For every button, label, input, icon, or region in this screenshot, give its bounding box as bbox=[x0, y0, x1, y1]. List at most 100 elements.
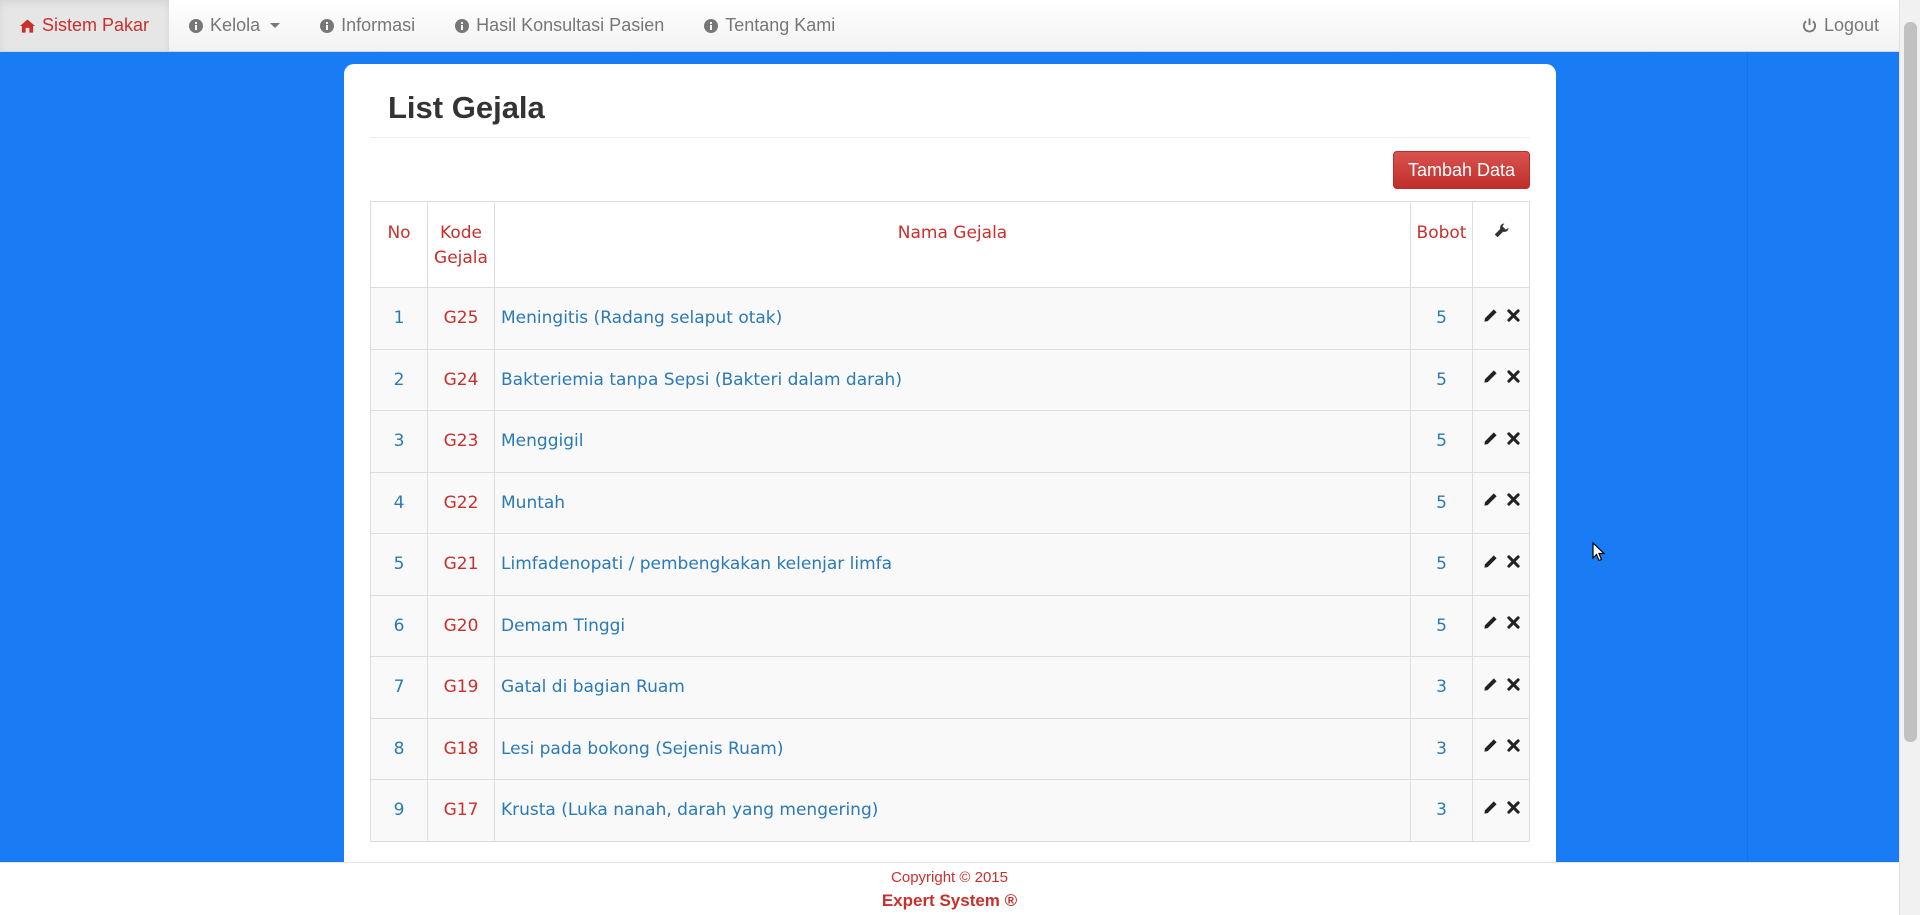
nav-brand-sistem-pakar[interactable]: Sistem Pakar bbox=[0, 0, 170, 51]
wrench-icon bbox=[1494, 223, 1509, 238]
cell-no: 8 bbox=[370, 717, 428, 780]
cell-name: Demam Tinggi bbox=[494, 594, 1411, 657]
delete-x-icon[interactable] bbox=[1506, 555, 1520, 568]
cell-no: 3 bbox=[370, 410, 428, 473]
logout-label: Logout bbox=[1823, 15, 1879, 35]
mouse-pointer-icon bbox=[1592, 542, 1606, 562]
delete-x-icon[interactable] bbox=[1506, 309, 1520, 322]
table-body: 1 G25 Meningitis (Radang selaput otak) 5 2 G2… bbox=[370, 287, 1530, 842]
cell-code: G18 bbox=[427, 717, 495, 780]
cell-actions bbox=[1472, 287, 1530, 350]
logout-button[interactable]: Logout bbox=[1782, 0, 1899, 51]
nav-item-label: Kelola bbox=[210, 15, 261, 35]
cell-actions bbox=[1472, 656, 1530, 719]
table-row: 9 G17 Krusta (Luka nanah, darah yang menge… bbox=[370, 779, 1530, 842]
nav-item-label: Tentang Kami bbox=[725, 15, 836, 35]
cell-weight: 3 bbox=[1410, 779, 1473, 842]
info-sign-icon bbox=[455, 18, 470, 33]
table-row: 7 G19 Gatal di bagian Ruam 3 bbox=[370, 656, 1530, 719]
edit-pencil-icon[interactable] bbox=[1483, 554, 1498, 569]
info-sign-icon bbox=[320, 18, 335, 33]
cell-no: 9 bbox=[370, 779, 428, 842]
table-row: 4 G22 Muntah 5 bbox=[370, 471, 1530, 534]
cell-no: 1 bbox=[370, 287, 428, 350]
cell-actions bbox=[1472, 410, 1530, 473]
cell-weight: 3 bbox=[1410, 656, 1473, 719]
page-title: List Gejala bbox=[388, 90, 545, 125]
cell-name: Bakteriemia tanpa Sepsi (Bakteri dalam d… bbox=[494, 348, 1411, 411]
cell-actions bbox=[1472, 779, 1530, 842]
home-icon bbox=[20, 18, 35, 33]
top-navbar: Sistem Pakar Kelola Informasi Hasil Kons… bbox=[0, 0, 1899, 52]
edit-pencil-icon[interactable] bbox=[1483, 800, 1498, 815]
edit-pencil-icon[interactable] bbox=[1483, 738, 1498, 753]
footer-copyright: Copyright © 2015 bbox=[891, 869, 1008, 886]
cell-code: G22 bbox=[427, 471, 495, 534]
edit-pencil-icon[interactable] bbox=[1483, 308, 1498, 323]
cell-name: Lesi pada bokong (Sejenis Ruam) bbox=[494, 717, 1411, 780]
edit-pencil-icon[interactable] bbox=[1483, 677, 1498, 692]
table-row: 8 G18 Lesi pada bokong (Sejenis Ruam) 3 bbox=[370, 717, 1530, 780]
delete-x-icon[interactable] bbox=[1506, 616, 1520, 629]
table-row: 5 G21 Limfadenopati / pembengkakan kelenja… bbox=[370, 533, 1530, 596]
table-row: 6 G20 Demam Tinggi 5 bbox=[370, 594, 1530, 657]
cell-no: 6 bbox=[370, 594, 428, 657]
cell-weight: 3 bbox=[1410, 717, 1473, 780]
cell-weight: 5 bbox=[1410, 471, 1473, 534]
nav-item-label: Informasi bbox=[341, 15, 416, 35]
background-divider bbox=[1747, 52, 1748, 862]
cell-code: G17 bbox=[427, 779, 495, 842]
delete-x-icon[interactable] bbox=[1506, 801, 1520, 814]
cell-name: Meningitis (Radang selaput otak) bbox=[494, 287, 1411, 350]
edit-pencil-icon[interactable] bbox=[1483, 492, 1498, 507]
symptom-table: No Kode Gejala Nama Gejala Bobot 1 G25 Men… bbox=[370, 201, 1530, 842]
cell-code: G25 bbox=[427, 287, 495, 350]
header-weight: Bobot bbox=[1410, 201, 1473, 288]
cell-actions bbox=[1472, 348, 1530, 411]
nav-brand-label: Sistem Pakar bbox=[42, 15, 150, 35]
header-code-line2: Gejala bbox=[434, 248, 488, 268]
cell-no: 7 bbox=[370, 656, 428, 719]
edit-pencil-icon[interactable] bbox=[1483, 369, 1498, 384]
edit-pencil-icon[interactable] bbox=[1483, 615, 1498, 630]
power-icon bbox=[1802, 18, 1816, 33]
nav-item-kelola[interactable]: Kelola bbox=[169, 0, 300, 51]
cell-actions bbox=[1472, 471, 1530, 534]
cell-weight: 5 bbox=[1410, 287, 1473, 350]
scrollbar-thumb[interactable] bbox=[1904, 22, 1917, 742]
edit-pencil-icon[interactable] bbox=[1483, 431, 1498, 446]
main-panel: List Gejala Tambah Data No Kode Gejala N… bbox=[344, 64, 1556, 874]
header-actions bbox=[1472, 201, 1530, 288]
header-name: Nama Gejala bbox=[494, 201, 1411, 288]
cell-name: Krusta (Luka nanah, darah yang mengering… bbox=[494, 779, 1411, 842]
delete-x-icon[interactable] bbox=[1506, 370, 1520, 383]
cell-weight: 5 bbox=[1410, 410, 1473, 473]
table-row: 3 G23 Menggigil 5 bbox=[370, 410, 1530, 473]
delete-x-icon[interactable] bbox=[1506, 678, 1520, 691]
cell-weight: 5 bbox=[1410, 348, 1473, 411]
cell-actions bbox=[1472, 594, 1530, 657]
cell-code: G23 bbox=[427, 410, 495, 473]
header-code: Kode Gejala bbox=[427, 201, 495, 288]
cell-actions bbox=[1472, 717, 1530, 780]
page-scrollbar[interactable] bbox=[1899, 0, 1920, 915]
add-data-button[interactable]: Tambah Data bbox=[1393, 151, 1530, 189]
nav-item-tentang-kami[interactable]: Tentang Kami bbox=[684, 0, 855, 51]
header-no: No bbox=[370, 201, 428, 288]
title-divider bbox=[370, 137, 1530, 138]
delete-x-icon[interactable] bbox=[1506, 432, 1520, 445]
nav-item-label: Hasil Konsultasi Pasien bbox=[476, 15, 665, 35]
cell-actions bbox=[1472, 533, 1530, 596]
nav-item-hasil-konsultasi[interactable]: Hasil Konsultasi Pasien bbox=[435, 0, 684, 51]
cell-name: Gatal di bagian Ruam bbox=[494, 656, 1411, 719]
cell-weight: 5 bbox=[1410, 533, 1473, 596]
cell-name: Muntah bbox=[494, 471, 1411, 534]
table-row: 2 G24 Bakteriemia tanpa Sepsi (Bakteri dal… bbox=[370, 348, 1530, 411]
cell-no: 2 bbox=[370, 348, 428, 411]
footer-brand: Expert System ® bbox=[881, 891, 1018, 910]
delete-x-icon[interactable] bbox=[1506, 739, 1520, 752]
page-footer: Copyright © 2015 Expert System ® bbox=[0, 862, 1899, 915]
caret-down-icon bbox=[270, 23, 281, 28]
delete-x-icon[interactable] bbox=[1506, 493, 1520, 506]
nav-item-informasi[interactable]: Informasi bbox=[300, 0, 435, 51]
